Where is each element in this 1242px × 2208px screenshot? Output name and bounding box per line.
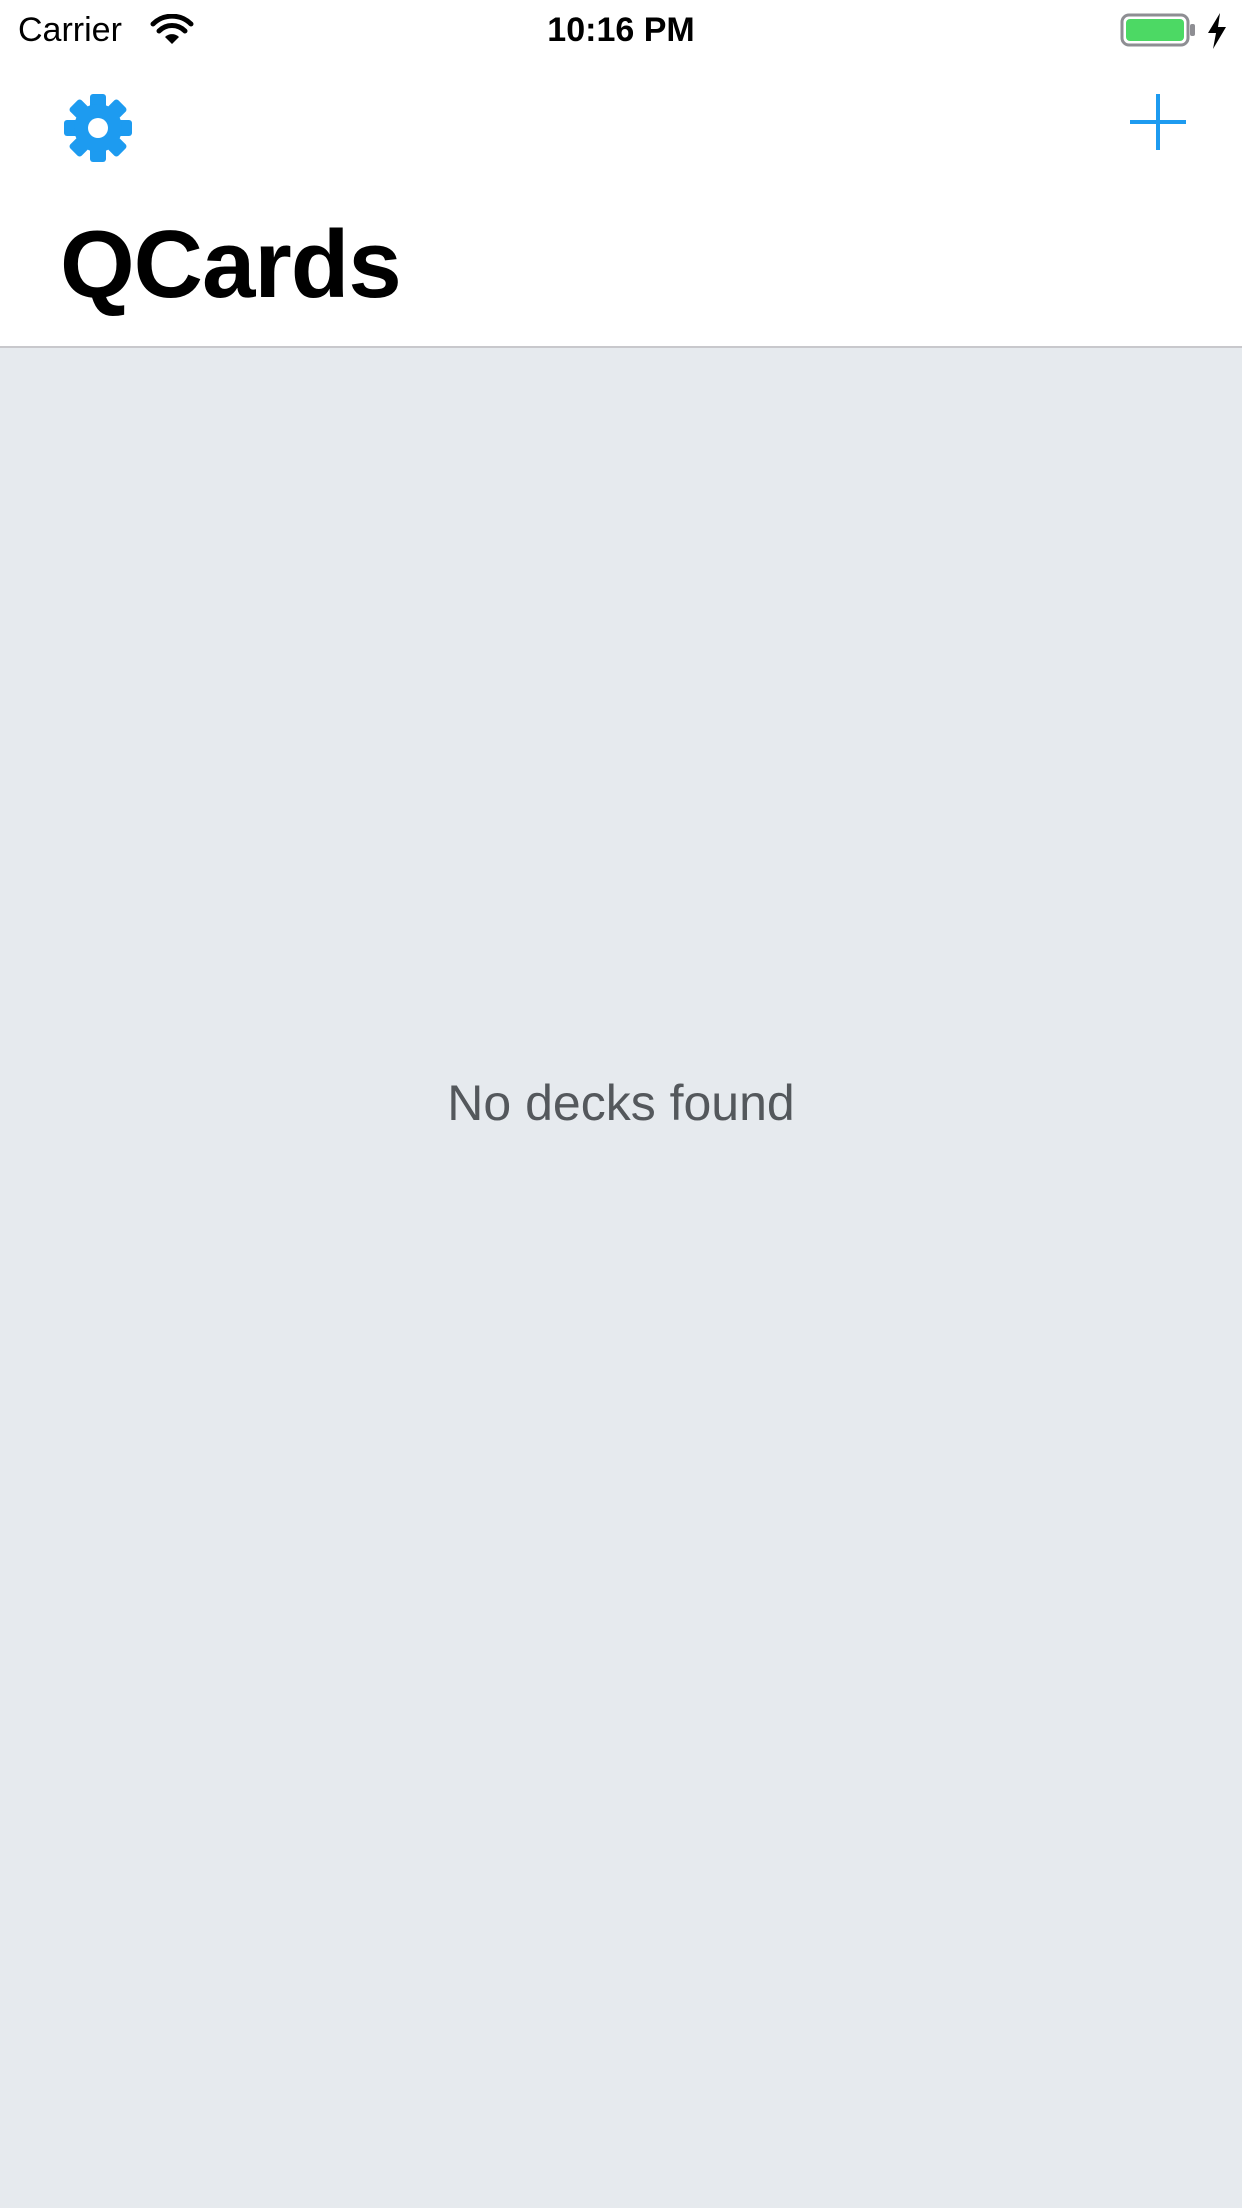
battery-icon	[1120, 13, 1195, 47]
charging-icon	[1208, 13, 1226, 49]
page-title: QCards	[60, 211, 402, 318]
status-time: 10:16 PM	[547, 11, 695, 49]
empty-state-message: No decks found	[447, 1075, 795, 1131]
status-bar: Carrier 10:16 PM	[0, 0, 1242, 60]
decks-list[interactable]: No decks found	[0, 348, 1242, 2208]
plus-icon	[1130, 94, 1186, 150]
add-deck-button[interactable]	[1126, 90, 1190, 154]
gear-icon[interactable]	[58, 88, 138, 168]
navigation-bar: QCards	[0, 60, 1242, 348]
